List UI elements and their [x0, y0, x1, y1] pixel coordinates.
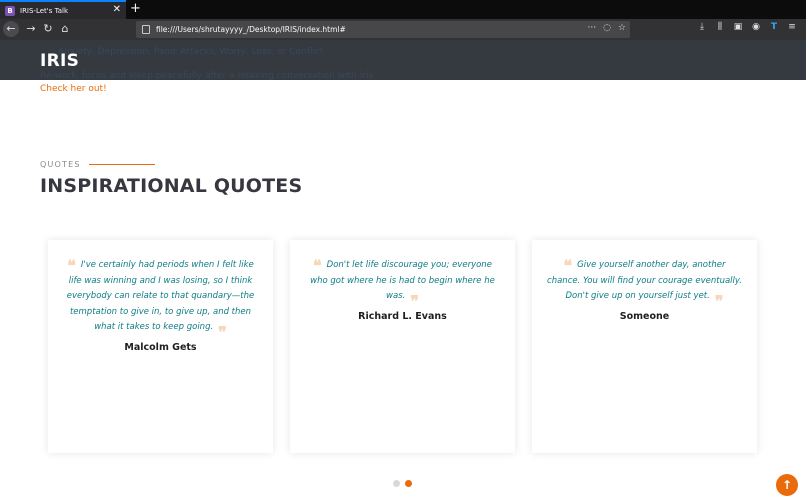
address-bar[interactable]: file:///Users/shrutayyyy_/Desktop/IRIS/i…: [136, 21, 630, 38]
new-tab-icon[interactable]: +: [130, 1, 141, 16]
quote-text: Give yourself another day, another chanc…: [547, 260, 742, 301]
section-label: QUOTES: [40, 160, 155, 169]
bookmark-star-icon[interactable]: ☆: [618, 23, 626, 33]
quote-card: ❝ Don't let life discourage you; everyone…: [290, 240, 515, 453]
sidebar-icon[interactable]: ▣: [732, 22, 744, 32]
pocket-icon[interactable]: ◌: [603, 23, 611, 33]
reload-icon[interactable]: ↻: [40, 21, 56, 37]
back-to-top-button[interactable]: ↑: [776, 474, 798, 496]
close-quote-icon: ❞: [218, 323, 227, 342]
quote-author: Malcolm Gets: [124, 342, 197, 353]
hero-text: Anxiety, Depression, Panic Attacks, Worr…: [40, 40, 460, 88]
check-her-out-link[interactable]: Check her out!: [40, 84, 107, 94]
extension-icon[interactable]: T: [768, 22, 780, 32]
hero-line-1: Anxiety, Depression, Panic Attacks, Worr…: [58, 47, 324, 57]
browser-tab-bar: B IRIS-Let's Talk ✕ +: [0, 0, 806, 19]
quote-text: Don't let life discourage you; everyone …: [310, 260, 495, 301]
url-text[interactable]: file:///Users/shrutayyyy_/Desktop/IRIS/i…: [156, 25, 346, 34]
page-icon: [142, 25, 150, 34]
page-actions-icon[interactable]: ···: [587, 23, 596, 33]
quote-author: Someone: [619, 311, 670, 322]
home-icon[interactable]: ⌂: [57, 21, 73, 37]
close-quote-icon: ❞: [714, 292, 724, 311]
carousel-pagination: [393, 480, 412, 487]
quote-card: ❝ I've certainly had periods when I felt …: [48, 240, 273, 453]
bootstrap-favicon-icon: B: [5, 5, 15, 16]
brand-logo[interactable]: IRIS: [40, 51, 79, 71]
open-quote-icon: ❝: [313, 256, 322, 275]
carousel-dot-active[interactable]: [405, 480, 412, 487]
forward-arrow-icon[interactable]: →: [23, 21, 39, 37]
section-label-divider: [88, 164, 155, 165]
carousel-dot[interactable]: [393, 480, 400, 487]
menu-icon[interactable]: ≡: [786, 22, 798, 32]
browser-tab[interactable]: B IRIS-Let's Talk ✕: [0, 0, 126, 19]
back-arrow-icon[interactable]: ←: [3, 21, 19, 37]
open-quote-icon: ❝: [67, 256, 76, 275]
quote-body: ❝ I've certainly had periods when I felt …: [62, 258, 259, 356]
quote-body: ❝ Don't let life discourage you; everyone…: [304, 258, 501, 325]
account-icon[interactable]: ◉: [750, 22, 762, 32]
library-icon[interactable]: ⫼: [714, 22, 726, 32]
quote-text: I've certainly had periods when I felt l…: [66, 260, 255, 332]
quote-author: Richard L. Evans: [358, 311, 447, 322]
quote-card: ❝ Give yourself another day, another chan…: [532, 240, 757, 453]
tab-title: IRIS-Let's Talk: [20, 6, 68, 15]
browser-navigation-bar: ← → ↻ ⌂ file:///Users/shrutayyyy_/Deskto…: [0, 19, 806, 40]
quote-body: ❝ Give yourself another day, another chan…: [546, 258, 743, 325]
section-title: INSPIRATIONAL QUOTES: [40, 175, 303, 197]
section-label-text: QUOTES: [40, 160, 81, 169]
open-quote-icon: ❝: [563, 256, 573, 275]
download-icon[interactable]: ⤓: [696, 22, 708, 32]
tab-close-icon[interactable]: ✕: [113, 4, 121, 15]
